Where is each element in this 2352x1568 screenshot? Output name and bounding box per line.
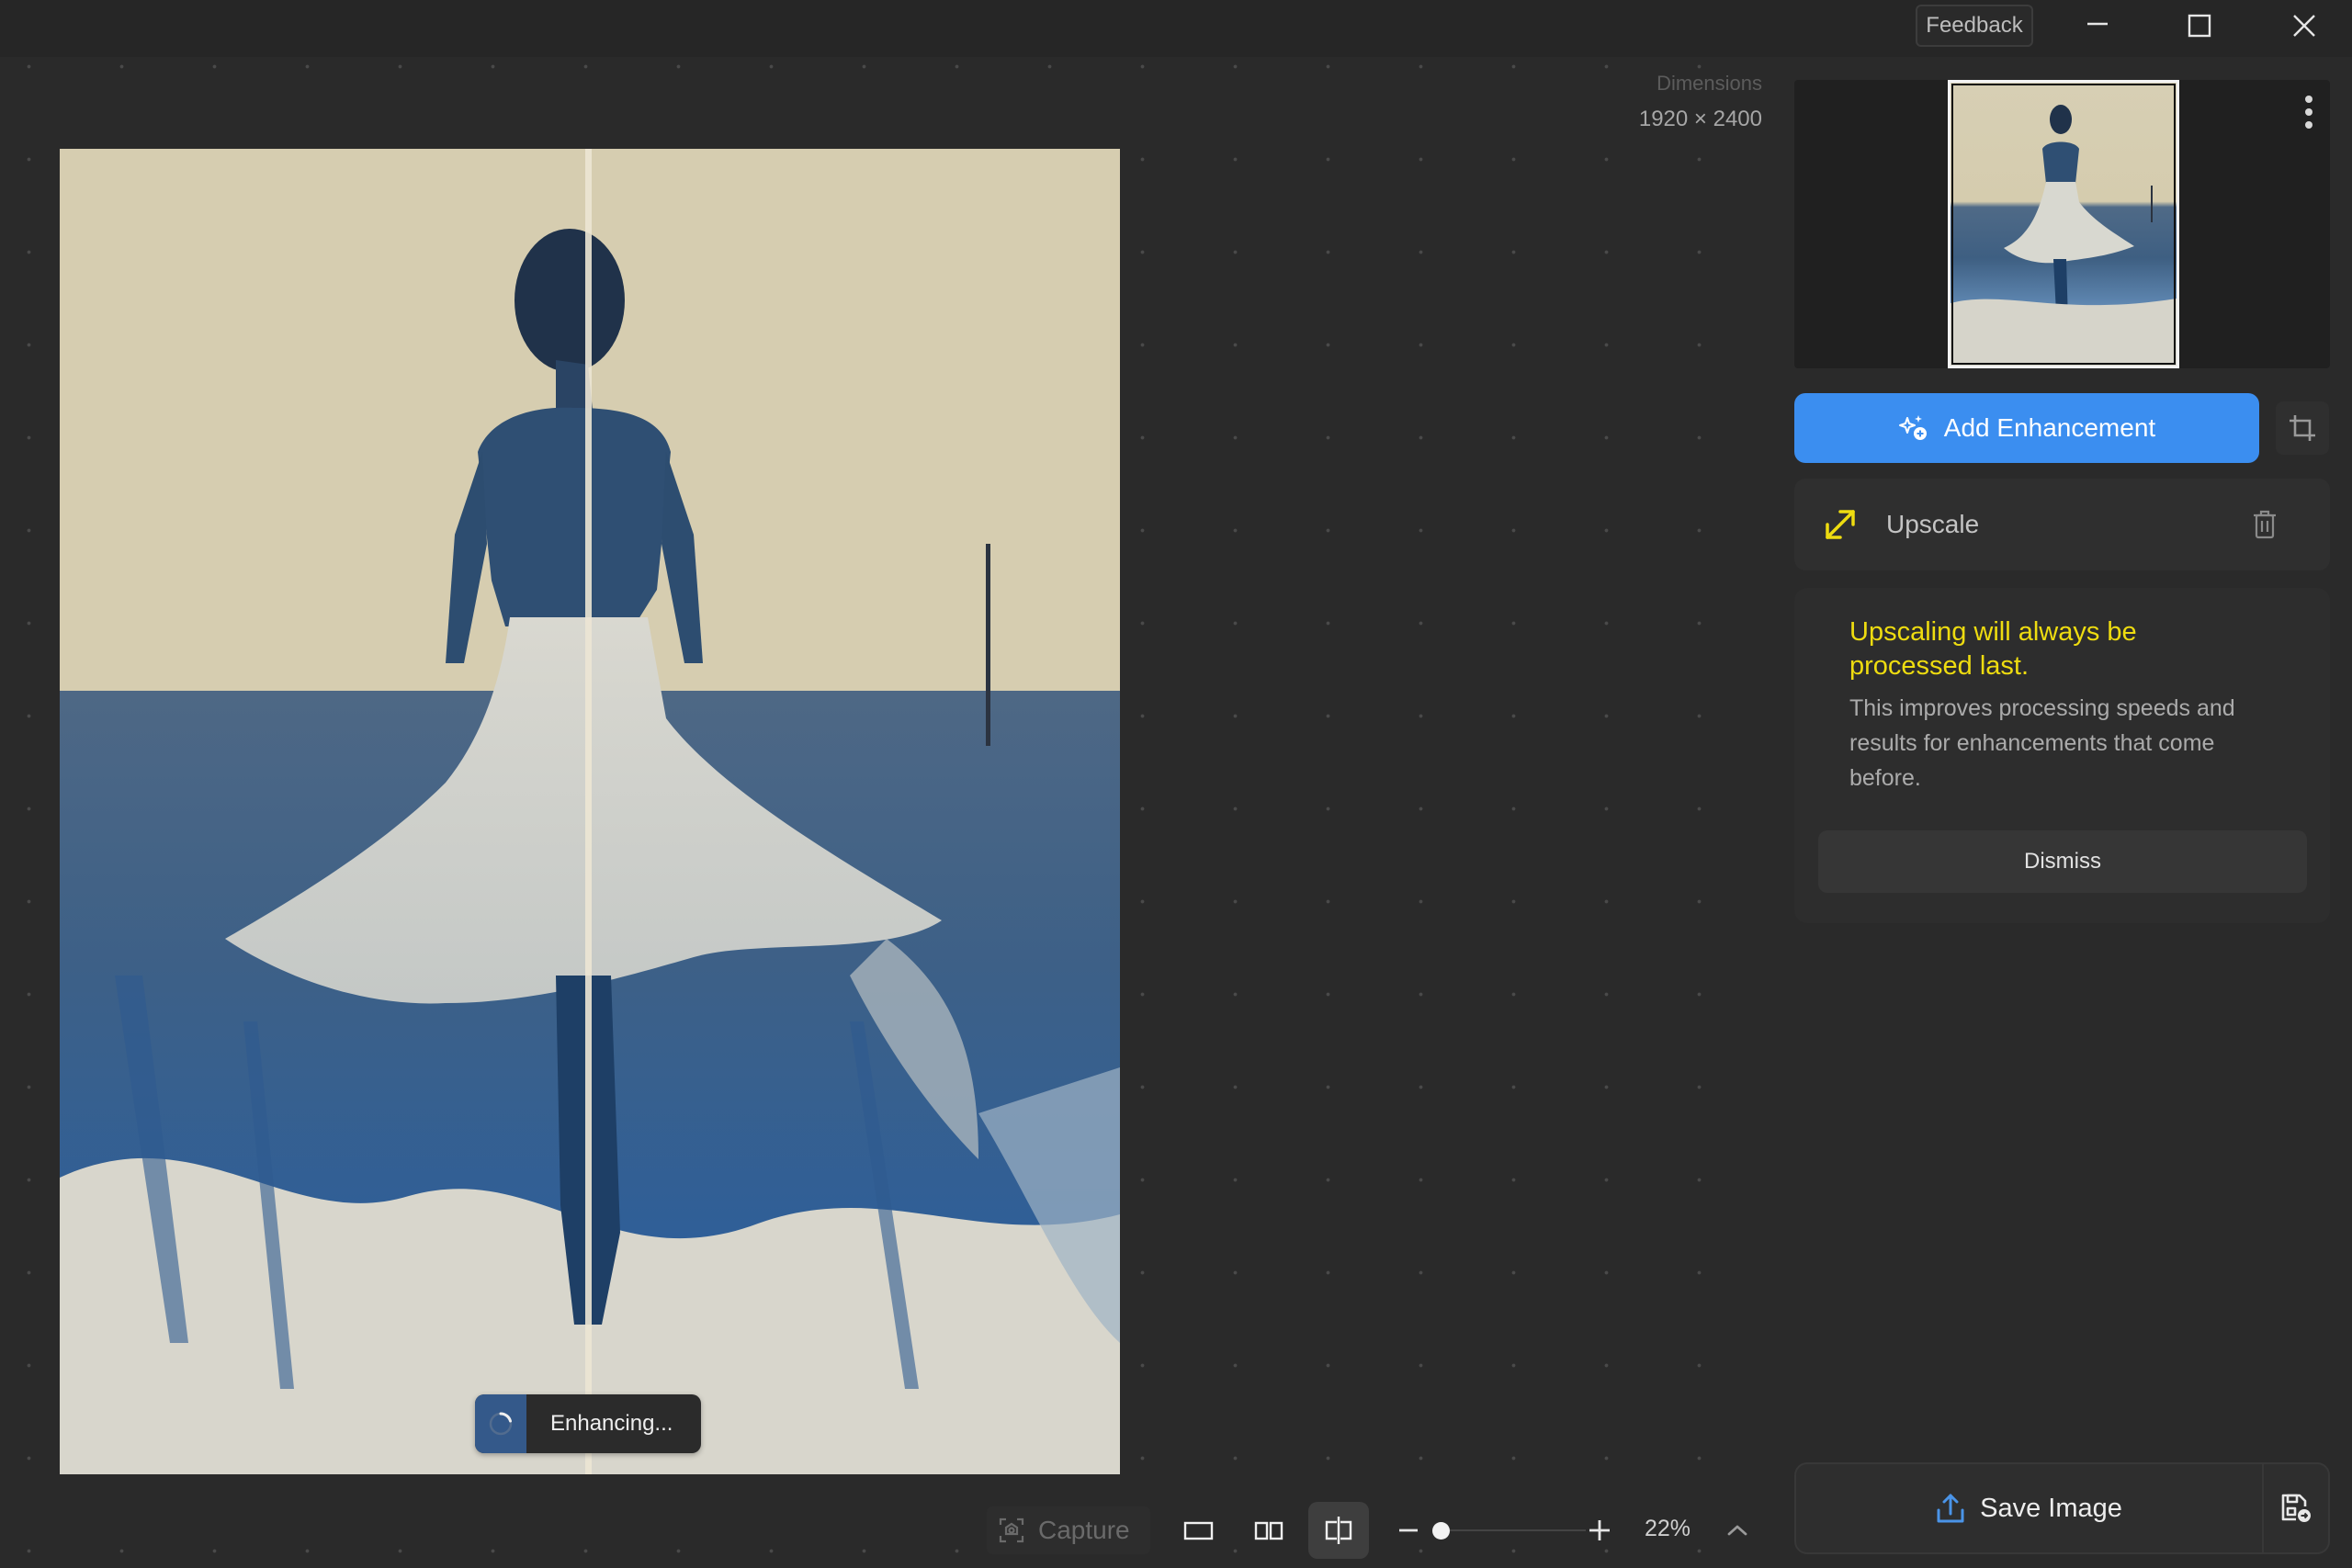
split-drag-handle[interactable] xyxy=(574,149,603,1474)
thumbnail-illustration xyxy=(1951,105,2177,366)
upscale-notice: Upscaling will always be processed last.… xyxy=(1794,588,2330,923)
kebab-dot xyxy=(2305,108,2312,116)
single-view-icon xyxy=(1183,1521,1214,1540)
thumbnail-panel xyxy=(1794,80,2330,368)
zoom-out-button[interactable] xyxy=(1395,1514,1422,1547)
zoom-slider-thumb[interactable] xyxy=(1432,1522,1451,1540)
close-icon xyxy=(2293,15,2315,37)
maximize-icon xyxy=(2188,14,2211,38)
split-view-icon xyxy=(1325,1517,1352,1544)
plus-icon xyxy=(1589,1520,1610,1540)
split-view-button[interactable] xyxy=(1308,1502,1369,1559)
minus-icon xyxy=(1399,1529,1418,1532)
camera-capture-icon xyxy=(999,1517,1024,1543)
capture-button[interactable]: Capture xyxy=(987,1506,1150,1554)
dimensions-label: Dimensions xyxy=(1657,72,1762,95)
kebab-dot xyxy=(2305,121,2312,129)
feedback-button[interactable]: Feedback xyxy=(1916,5,2033,47)
zoom-slider[interactable] xyxy=(1422,1514,1586,1547)
save-image-label: Save Image xyxy=(1980,1493,2122,1523)
maximize-button[interactable] xyxy=(2158,0,2241,51)
image-thumbnail[interactable] xyxy=(1948,80,2179,368)
chevron-up-icon xyxy=(1727,1525,1747,1536)
sparkle-add-icon xyxy=(1898,415,1927,440)
crop-button[interactable] xyxy=(2276,401,2329,455)
delete-enhancement-button[interactable] xyxy=(2245,504,2285,545)
zoom-in-button[interactable] xyxy=(1586,1512,1613,1549)
add-enhancement-button[interactable]: Add Enhancement xyxy=(1794,393,2259,463)
side-by-side-icon xyxy=(1254,1521,1283,1540)
title-bar: Feedback xyxy=(0,0,2352,57)
capture-label: Capture xyxy=(1038,1516,1130,1544)
enhancing-status: Enhancing... xyxy=(475,1394,701,1453)
save-image-button[interactable]: Save Image xyxy=(1796,1464,2264,1552)
dimensions-value: 1920 × 2400 xyxy=(1638,107,1762,131)
side-by-side-view-button[interactable] xyxy=(1238,1502,1299,1559)
dimensions-info: Dimensions 1920 × 2400 xyxy=(1639,70,1762,134)
diagonal-arrows-icon xyxy=(1820,504,1860,549)
notice-body: This improves processing speeds and resu… xyxy=(1849,695,2235,791)
enhancement-name: Upscale xyxy=(1886,510,1980,538)
more-options-button[interactable] xyxy=(2297,92,2321,132)
expand-toolbar-button[interactable] xyxy=(1724,1514,1751,1547)
single-view-button[interactable] xyxy=(1169,1502,1229,1559)
save-bar: Save Image xyxy=(1794,1462,2330,1554)
trash-icon xyxy=(2254,510,2276,539)
enhancement-item-upscale[interactable]: Upscale xyxy=(1794,479,2330,570)
image-preview[interactable] xyxy=(60,149,1120,1474)
minimize-button[interactable] xyxy=(2056,0,2139,51)
zoom-percentage: 22% xyxy=(1645,1516,1691,1541)
save-export-icon xyxy=(2281,1494,2311,1522)
notice-title: Upscaling will always be processed last. xyxy=(1849,617,2137,681)
crop-icon xyxy=(2290,415,2315,441)
add-enhancement-label: Add Enhancement xyxy=(1943,413,2156,442)
enhancing-label: Enhancing... xyxy=(550,1411,673,1436)
dismiss-button[interactable]: Dismiss xyxy=(1818,830,2307,893)
export-options-button[interactable] xyxy=(2264,1464,2328,1552)
zoom-slider-track xyxy=(1435,1529,1586,1531)
spinner-icon xyxy=(475,1394,526,1453)
upload-icon xyxy=(1937,1494,1964,1523)
minimize-icon xyxy=(2087,22,2108,26)
close-button[interactable] xyxy=(2263,0,2346,51)
kebab-dot xyxy=(2305,96,2312,103)
